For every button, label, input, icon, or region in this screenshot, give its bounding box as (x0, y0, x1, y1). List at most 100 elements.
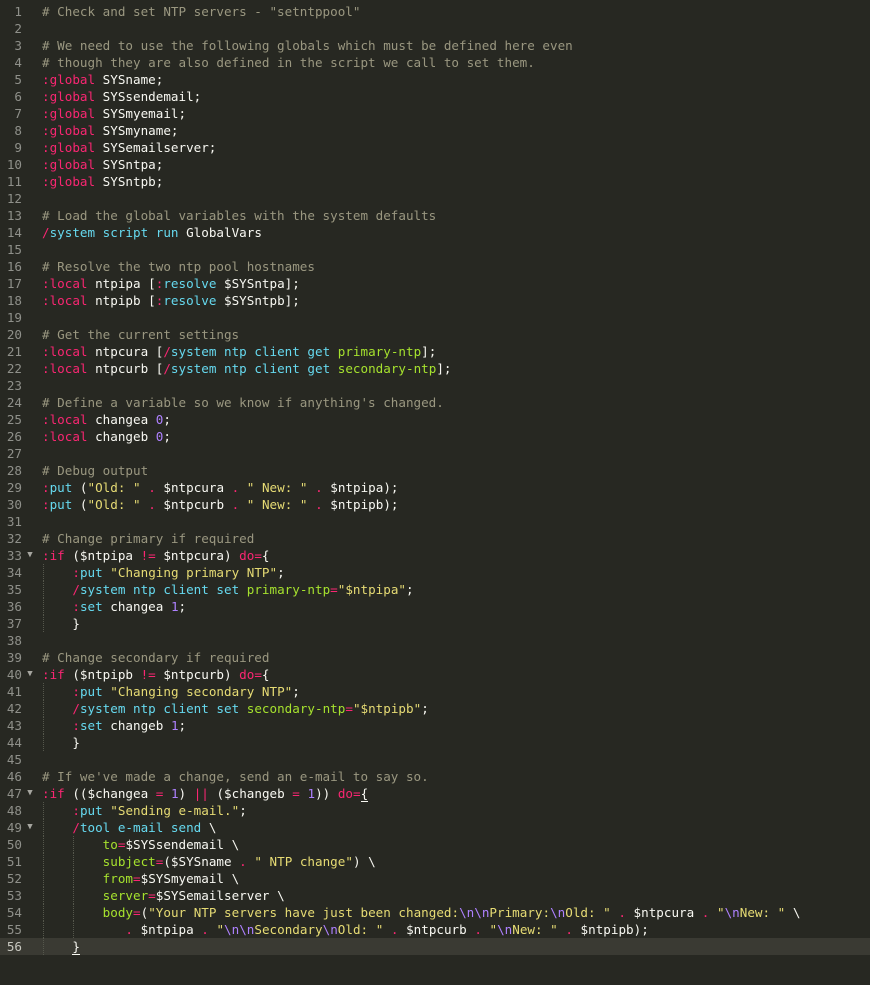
fold-arrow-icon[interactable]: ▼ (24, 547, 36, 564)
code-line[interactable]: 27 (0, 445, 870, 462)
code-editor[interactable]: 1 # Check and set NTP servers - "setntppo… (0, 0, 870, 985)
code-line[interactable]: 5:global SYSname; (0, 71, 870, 88)
code-line[interactable]: 37 } (0, 615, 870, 632)
comment-token: # Debug output (42, 463, 149, 478)
number-token: \n\n (459, 905, 490, 920)
code-line[interactable]: 14/system script run GlobalVars (0, 224, 870, 241)
code-line[interactable]: 43 :set changeb 1; (0, 717, 870, 734)
fold-arrow-icon[interactable]: ▼ (24, 819, 36, 836)
fold-arrow-icon[interactable]: ▼ (24, 666, 36, 683)
code-line[interactable]: 52 from=$SYSmyemail \ (0, 870, 870, 887)
code-line[interactable]: 28 # Debug output (0, 462, 870, 479)
code-line[interactable]: 31 (0, 513, 870, 530)
code-line[interactable]: 23 (0, 377, 870, 394)
code-line[interactable]: 2 (0, 20, 870, 37)
code-line[interactable]: 4 # though they are also defined in the s… (0, 54, 870, 71)
fold-arrow-icon[interactable]: ▼ (24, 785, 36, 802)
code-line[interactable]: 39 # Change secondary if required (0, 649, 870, 666)
keyword-token: :local (42, 412, 88, 427)
line-number: 16 (6, 259, 22, 274)
code-line[interactable]: 9:global SYSemailserver; (0, 139, 870, 156)
parameter-token: secondary-ntp (337, 361, 437, 376)
code-token: \ (201, 820, 217, 835)
code-line[interactable]: 49 ▼ /tool e-mail send \ (0, 819, 870, 836)
keyword-token: = (330, 582, 338, 597)
command-token: put (49, 480, 73, 495)
code-line[interactable]: 25:local changea 0; (0, 411, 870, 428)
code-line[interactable]: 6:global SYSsendemail; (0, 88, 870, 105)
code-line[interactable]: 50 to=$SYSsendemail \ (0, 836, 870, 853)
code-line[interactable]: 15 (0, 241, 870, 258)
code-text: :global SYSntpb; (42, 173, 163, 190)
code-line[interactable]: 21:local ntpcura [/system ntp client get… (0, 343, 870, 360)
keyword-token: / (72, 701, 80, 716)
code-line[interactable]: 20 # Get the current settings (0, 326, 870, 343)
code-line[interactable]: 45 (0, 751, 870, 768)
code-line[interactable]: 44 } (0, 734, 870, 751)
code-line[interactable]: 19 (0, 309, 870, 326)
code-text: :global SYSname; (42, 71, 163, 88)
code-token: ; (277, 565, 285, 580)
code-text: :local ntpcurb [/system ntp client get s… (42, 360, 452, 377)
code-token: ( (72, 480, 88, 495)
code-token: ($changeb (208, 786, 293, 801)
code-token: changea (102, 599, 171, 614)
code-line[interactable]: 17:local ntpipa [:resolve $SYSntpa]; (0, 275, 870, 292)
code-line[interactable]: 40 ▼:if ($ntpipb != $ntpcurb) do={ (0, 666, 870, 683)
code-line[interactable]: 18:local ntpipb [:resolve $SYSntpb]; (0, 292, 870, 309)
code-line[interactable]: 53 server=$SYSemailserver \ (0, 887, 870, 904)
code-line[interactable]: 55 . $ntpipa . "\n\nSecondary\nOld: " . … (0, 921, 870, 938)
code-line[interactable]: 13 # Load the global variables with the s… (0, 207, 870, 224)
line-number: 27 (6, 446, 22, 461)
code-line[interactable]: 41 :put "Changing secondary NTP"; (0, 683, 870, 700)
command-token: put (79, 565, 103, 580)
code-line[interactable]: 26:local changeb 0; (0, 428, 870, 445)
code-line[interactable]: 10:global SYSntpa; (0, 156, 870, 173)
code-token: ntpipa [ (87, 276, 156, 291)
code-line[interactable]: 29:put ("Old: " . $ntpcura . " New: " . … (0, 479, 870, 496)
code-line[interactable]: 1 # Check and set NTP servers - "setntppo… (0, 3, 870, 20)
code-line[interactable]: 34 :put "Changing primary NTP"; (0, 564, 870, 581)
keyword-token: : (72, 565, 80, 580)
code-token: { (261, 667, 270, 682)
code-line[interactable]: 24 # Define a variable so we know if anyt… (0, 394, 870, 411)
code-line[interactable]: 33 ▼:if ($ntpipa != $ntpcura) do={ (0, 547, 870, 564)
string-token: " NTP change" (254, 854, 353, 869)
line-number: 37 (6, 616, 22, 631)
code-line[interactable]: 47 ▼:if (($changea = 1) || ($changeb = 1)… (0, 785, 870, 802)
code-line[interactable]: 42 /system ntp client set secondary-ntp=… (0, 700, 870, 717)
line-number: 22 (6, 361, 22, 376)
code-line[interactable]: 38 (0, 632, 870, 649)
code-line[interactable]: 3 # We need to use the following globals … (0, 37, 870, 54)
code-line[interactable]: 7:global SYSmyemail; (0, 105, 870, 122)
code-token: ; (178, 718, 187, 733)
line-number: 1 (14, 4, 22, 19)
keyword-token: :local (42, 429, 88, 444)
code-line[interactable]: 48 :put "Sending e-mail."; (0, 802, 870, 819)
code-line[interactable]: 16 # Resolve the two ntp pool hostnames (0, 258, 870, 275)
code-line[interactable]: 46 # If we've made a change, send an e-ma… (0, 768, 870, 785)
line-number: 34 (6, 565, 22, 580)
keyword-token: : (72, 718, 80, 733)
line-number: 38 (6, 633, 22, 648)
keyword-token: if (49, 667, 65, 682)
code-line[interactable]: 22 :local ntpcurb [/system ntp client get… (0, 360, 870, 377)
line-number: 29 (6, 480, 22, 495)
code-line[interactable]: 11:global SYSntpb; (0, 173, 870, 190)
code-token: $ntpcurb (155, 497, 232, 512)
code-text: # Change secondary if required (42, 649, 269, 666)
code-line[interactable]: 35 /system ntp client set primary-ntp="$… (0, 581, 870, 598)
line-number: 2 (14, 21, 22, 36)
code-line[interactable]: 51 subject=($SYSname . " NTP change") \ (0, 853, 870, 870)
code-line[interactable]: 8:global SYSmyname; (0, 122, 870, 139)
code-line[interactable]: 30:put ("Old: " . $ntpcurb . " New: " . … (0, 496, 870, 513)
code-line[interactable]: 56 } (0, 938, 870, 955)
code-line[interactable]: 12 (0, 190, 870, 207)
number-token: 1 (307, 786, 316, 801)
code-line[interactable]: 36 :set changea 1; (0, 598, 870, 615)
code-line[interactable]: 32 # Change primary if required (0, 530, 870, 547)
code-line[interactable]: 54 body=("Your NTP servers have just bee… (0, 904, 870, 921)
string-token: "Old: " (87, 497, 141, 512)
